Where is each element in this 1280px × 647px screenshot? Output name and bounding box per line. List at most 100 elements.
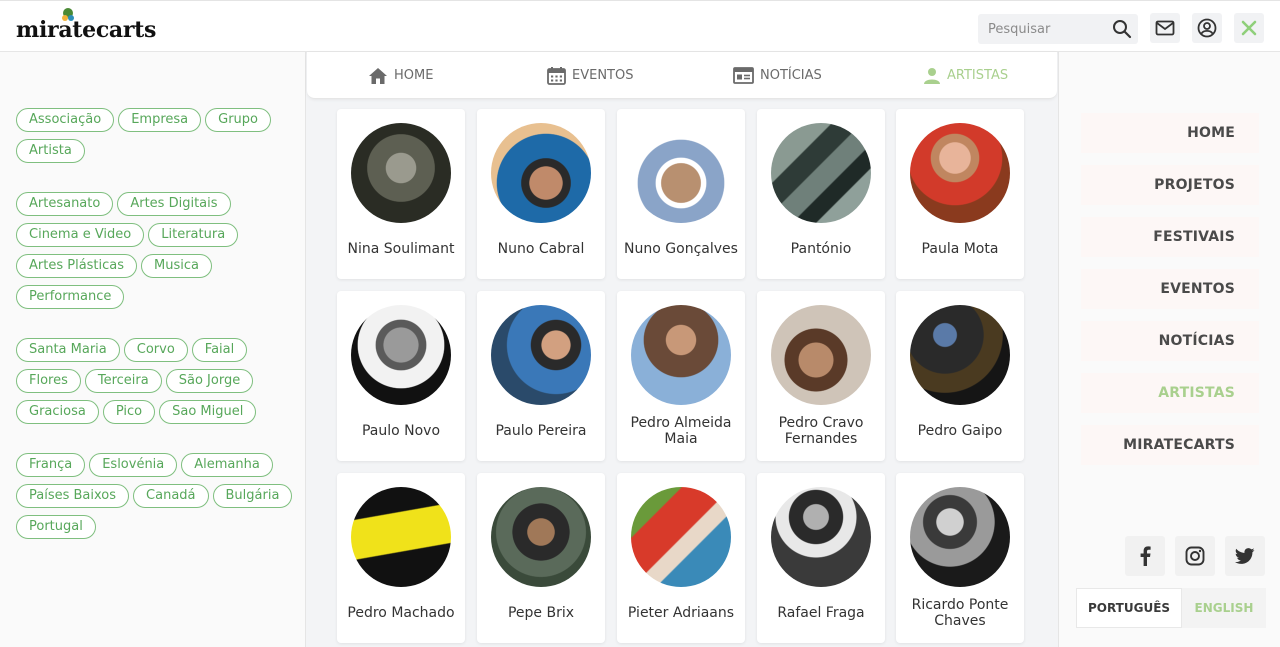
artist-avatar bbox=[910, 305, 1010, 405]
artist-name: Pieter Adriaans bbox=[627, 605, 735, 621]
filter-tag-paises-baixos[interactable]: Países Baixos bbox=[16, 484, 130, 508]
artist-card[interactable]: Nuno Cabral bbox=[477, 109, 605, 279]
filter-tag-alemanha[interactable]: Alemanha bbox=[181, 453, 273, 477]
artist-card[interactable]: Pieter Adriaans bbox=[617, 473, 745, 643]
filter-tag-artes-plasticas[interactable]: Artes Plásticas bbox=[16, 254, 138, 278]
filter-sidebar: Associação Empresa Grupo Artista Artesan… bbox=[0, 52, 306, 647]
filter-tag-corvo[interactable]: Corvo bbox=[123, 338, 188, 362]
artist-name: Nuno Gonçalves bbox=[624, 241, 738, 257]
close-button[interactable] bbox=[1234, 13, 1264, 43]
leaf-icon bbox=[62, 8, 74, 21]
filter-group-disciplines: Artesanato Artes Digitais Cinema e Video… bbox=[16, 192, 296, 309]
tab-artistas[interactable]: ARTISTAS bbox=[923, 52, 1008, 99]
artist-avatar bbox=[351, 123, 451, 223]
sidenav-eventos[interactable]: EVENTOS bbox=[1081, 269, 1259, 309]
artist-card[interactable]: Ricardo Ponte Chaves bbox=[896, 473, 1024, 643]
tab-home[interactable]: HOME bbox=[368, 52, 433, 99]
filter-tag-artes-digitais[interactable]: Artes Digitais bbox=[117, 192, 231, 216]
tab-eventos-label: EVENTOS bbox=[572, 68, 634, 83]
tab-noticias[interactable]: NOTÍCIAS bbox=[733, 52, 822, 99]
twitter-button[interactable] bbox=[1225, 536, 1265, 576]
sidenav-noticias[interactable]: NOTÍCIAS bbox=[1081, 321, 1259, 361]
facebook-icon bbox=[1140, 546, 1151, 566]
artist-card[interactable]: Nina Soulimant bbox=[337, 109, 465, 279]
filter-tag-artesanato[interactable]: Artesanato bbox=[16, 192, 114, 216]
calendar-icon bbox=[547, 67, 566, 85]
tab-home-label: HOME bbox=[394, 68, 434, 83]
artist-card[interactable]: Paulo Pereira bbox=[477, 291, 605, 461]
artist-avatar bbox=[491, 305, 591, 405]
facebook-button[interactable] bbox=[1125, 536, 1165, 576]
artist-avatar bbox=[771, 123, 871, 223]
filter-tag-faial[interactable]: Faial bbox=[191, 338, 248, 362]
language-en-button[interactable]: ENGLISH bbox=[1182, 588, 1266, 628]
artist-card[interactable]: Pedro Almeida Maia bbox=[617, 291, 745, 461]
artist-card[interactable]: Nuno Gonçalves bbox=[617, 109, 745, 279]
artist-card[interactable]: Paula Mota bbox=[896, 109, 1024, 279]
filter-tag-portugal[interactable]: Portugal bbox=[16, 515, 96, 539]
home-icon bbox=[369, 67, 387, 84]
artist-name: Pepe Brix bbox=[507, 605, 575, 621]
artist-avatar bbox=[631, 487, 731, 587]
search-icon[interactable] bbox=[1112, 19, 1132, 39]
filter-tag-sao-jorge[interactable]: São Jorge bbox=[165, 369, 254, 393]
filter-tag-canada[interactable]: Canadá bbox=[133, 484, 209, 508]
artist-name: Pedro Gaipo bbox=[917, 423, 1003, 439]
filter-tag-flores[interactable]: Flores bbox=[16, 369, 81, 393]
instagram-button[interactable] bbox=[1175, 536, 1215, 576]
filter-tag-franca[interactable]: França bbox=[16, 453, 86, 477]
account-button[interactable] bbox=[1192, 13, 1222, 43]
artist-avatar bbox=[491, 123, 591, 223]
artist-card[interactable]: Pantónio bbox=[757, 109, 885, 279]
sidenav-artistas[interactable]: ARTISTAS bbox=[1081, 373, 1259, 413]
logo[interactable]: miratecarts bbox=[16, 8, 157, 45]
artist-name: Paulo Pereira bbox=[495, 423, 587, 439]
user-icon bbox=[924, 67, 940, 84]
artist-avatar bbox=[771, 305, 871, 405]
artist-name: Rafael Fraga bbox=[777, 605, 865, 621]
artist-avatar bbox=[491, 487, 591, 587]
filter-tag-sao-miguel[interactable]: Sao Miguel bbox=[159, 400, 257, 424]
filter-tag-pico[interactable]: Pico bbox=[102, 400, 156, 424]
language-pt-button[interactable]: PORTUGUÊS bbox=[1076, 588, 1182, 628]
filter-tag-literatura[interactable]: Literatura bbox=[148, 223, 239, 247]
filter-group-types: Associação Empresa Grupo Artista bbox=[16, 108, 296, 163]
filter-tag-cinema-video[interactable]: Cinema e Video bbox=[16, 223, 145, 247]
filter-tag-musica[interactable]: Musica bbox=[141, 254, 212, 278]
mail-button[interactable] bbox=[1150, 13, 1180, 43]
filter-tag-graciosa[interactable]: Graciosa bbox=[16, 400, 99, 424]
artist-name: Paula Mota bbox=[921, 241, 999, 257]
filter-tag-eslovenia[interactable]: Eslovénia bbox=[89, 453, 178, 477]
artist-card[interactable]: Pedro Machado bbox=[337, 473, 465, 643]
artist-avatar bbox=[771, 487, 871, 587]
filter-tag-bulgaria[interactable]: Bulgária bbox=[212, 484, 293, 508]
artist-card[interactable]: Pedro Cravo Fernandes bbox=[757, 291, 885, 461]
filter-tag-terceira[interactable]: Terceira bbox=[84, 369, 162, 393]
artist-avatar bbox=[910, 123, 1010, 223]
filter-tag-grupo[interactable]: Grupo bbox=[205, 108, 271, 132]
artist-avatar bbox=[631, 123, 731, 223]
filter-tag-artista[interactable]: Artista bbox=[16, 139, 85, 163]
filter-group-countries: França Eslovénia Alemanha Países Baixos … bbox=[16, 453, 296, 539]
filter-tag-empresa[interactable]: Empresa bbox=[118, 108, 202, 132]
artist-avatar bbox=[631, 305, 731, 405]
search-input[interactable] bbox=[978, 14, 1108, 44]
artist-name: Pedro Machado bbox=[347, 605, 455, 621]
artist-card[interactable]: Paulo Novo bbox=[337, 291, 465, 461]
logo-text: miratecarts bbox=[16, 17, 157, 43]
filter-tag-performance[interactable]: Performance bbox=[16, 285, 125, 309]
artist-card[interactable]: Pepe Brix bbox=[477, 473, 605, 643]
section-nav: HOME EVENTOS NOTÍCIAS ARTISTAS bbox=[307, 52, 1057, 99]
filter-tag-associacao[interactable]: Associação bbox=[16, 108, 115, 132]
artist-card[interactable]: Pedro Gaipo bbox=[896, 291, 1024, 461]
sidenav-festivais[interactable]: FESTIVAIS bbox=[1081, 217, 1259, 257]
artist-name: Pantónio bbox=[790, 241, 852, 257]
tab-eventos[interactable]: EVENTOS bbox=[547, 52, 633, 99]
artist-card[interactable]: Rafael Fraga bbox=[757, 473, 885, 643]
filter-tag-santa-maria[interactable]: Santa Maria bbox=[16, 338, 120, 362]
sidenav-miratecarts[interactable]: MIRATECARTS bbox=[1081, 425, 1259, 465]
sidenav-home[interactable]: HOME bbox=[1081, 113, 1259, 153]
artist-name: Nina Soulimant bbox=[347, 241, 455, 257]
artist-name: Pedro Cravo Fernandes bbox=[778, 415, 864, 447]
sidenav-projetos[interactable]: PROJETOS bbox=[1081, 165, 1259, 205]
